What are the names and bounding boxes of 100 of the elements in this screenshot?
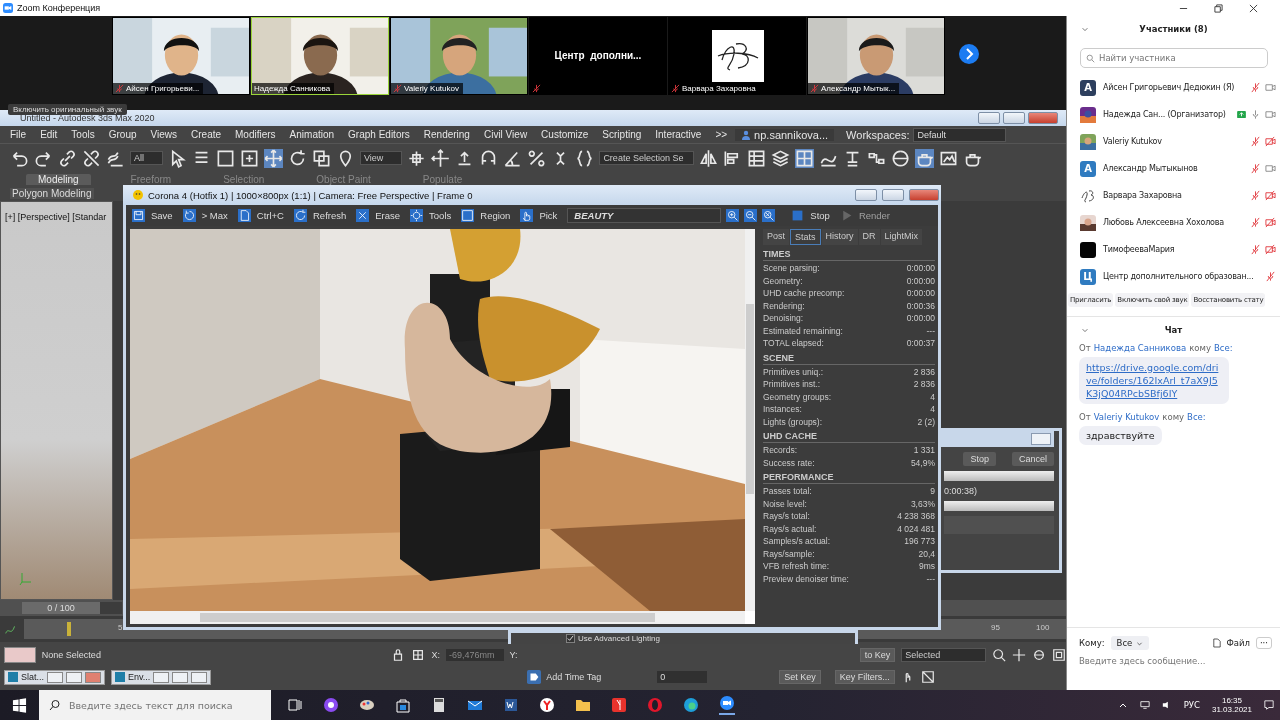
sender-name[interactable]: Valeriy Kutukov (1093, 412, 1160, 422)
language-indicator[interactable]: РУС (1183, 700, 1200, 710)
browser-icon[interactable] (611, 697, 627, 713)
pivot-icon[interactable] (407, 148, 427, 168)
panel-tab[interactable]: LightMix (880, 229, 923, 245)
restore-icon[interactable] (1214, 3, 1223, 13)
participant-row[interactable]: Ц Центр дополнительного образован... (1067, 263, 1280, 290)
menu-item[interactable]: Rendering (423, 129, 470, 140)
mic-muted-icon[interactable] (1250, 136, 1261, 147)
browser-icon[interactable] (539, 697, 555, 713)
browser-icon[interactable] (683, 697, 699, 713)
camera-icon[interactable] (1265, 163, 1276, 174)
percent-snap-icon[interactable] (527, 148, 547, 168)
viewport[interactable]: [+] [Perspective] [Standar (0, 201, 113, 600)
frame-counter[interactable]: 0 / 100 (22, 602, 100, 614)
video-tile[interactable]: Центр дополни... (529, 17, 667, 95)
add-time-tag-button[interactable]: Add Time Tag (523, 669, 606, 685)
window-crossing-icon[interactable] (240, 148, 259, 168)
camera-icon[interactable] (1265, 82, 1276, 93)
zoom-extents-icon[interactable] (1052, 648, 1066, 662)
pan-icon[interactable] (1012, 648, 1026, 662)
toolbar-button[interactable]: Erase (356, 209, 401, 222)
mic-muted-icon[interactable] (1250, 82, 1261, 93)
camera-icon[interactable] (1265, 109, 1276, 120)
sender-name[interactable]: Надежда Санникова (1093, 343, 1187, 353)
minimized-window[interactable]: Slat... (4, 669, 105, 685)
participant-row[interactable]: А Александр Мытыкынов (1067, 155, 1280, 182)
scale-icon[interactable] (312, 148, 331, 168)
camera-off-icon[interactable] (1265, 190, 1276, 201)
clock-date[interactable]: 31.03.2021 (1211, 705, 1252, 714)
more-button[interactable]: ··· (1255, 637, 1272, 649)
network-icon[interactable] (1139, 700, 1150, 710)
panel-tab[interactable]: Stats (790, 229, 821, 245)
minimized-window[interactable]: Env... (111, 669, 212, 685)
mic-muted-icon[interactable] (1265, 271, 1276, 282)
panel-tab[interactable]: History (821, 229, 858, 245)
clock-time[interactable]: 16:35 (1221, 696, 1242, 705)
menu-item[interactable]: Group (108, 129, 137, 140)
minimize-button[interactable] (978, 112, 1000, 124)
close-icon[interactable] (1249, 3, 1258, 13)
toolbar-button[interactable]: Tools (410, 209, 452, 222)
minimize-button[interactable] (855, 189, 877, 201)
rectangle-select-icon[interactable] (216, 148, 235, 168)
mirror-icon[interactable] (699, 148, 719, 168)
mic-icon[interactable] (1250, 109, 1261, 120)
camera-off-icon[interactable] (1265, 244, 1276, 255)
menu-item[interactable]: Modifiers (235, 129, 276, 140)
orbit-icon[interactable] (1032, 648, 1046, 662)
link-icon[interactable] (58, 148, 77, 168)
video-tile[interactable]: Варвара Захаровна (668, 17, 806, 95)
file-button[interactable]: Файл (1213, 638, 1250, 648)
toolbar-button[interactable]: Pick (520, 209, 558, 222)
video-tile[interactable]: Александр Мытык... (807, 17, 945, 95)
reference-coordinate-dropdown[interactable]: View (360, 151, 403, 165)
ribbon-icon[interactable] (795, 148, 815, 168)
menu-item[interactable]: Views (150, 129, 177, 140)
original-sound-button[interactable]: Включить оригинальный звук (8, 104, 127, 115)
maximize-button[interactable] (66, 671, 82, 683)
checkbox[interactable] (566, 634, 575, 643)
palette-icon[interactable] (359, 697, 375, 713)
participant-row[interactable]: Варвара Захаровна (1067, 182, 1280, 209)
document-icon[interactable] (503, 697, 519, 713)
participant-row[interactable]: ТимофееваМария (1067, 236, 1280, 263)
folder-icon[interactable] (575, 697, 591, 713)
search-icon[interactable] (992, 648, 1006, 662)
axis-icon[interactable] (431, 148, 451, 168)
maximize-viewport-icon[interactable] (920, 670, 935, 684)
key-filters-button[interactable]: Key Filters... (834, 670, 895, 684)
menu-item[interactable]: Scripting (602, 129, 642, 140)
calculator-icon[interactable] (431, 697, 447, 713)
panel-tab[interactable]: Post (763, 229, 789, 245)
auto-key-button[interactable]: to Key (859, 648, 896, 662)
user-account[interactable]: np.sannikova... (735, 128, 835, 141)
transform-icon[interactable] (411, 648, 426, 662)
close-button[interactable] (1031, 433, 1051, 445)
toolbar-button[interactable]: > Max (182, 209, 228, 222)
chat-link[interactable]: https://drive.google.com/drive/folders/162IxArl_t7aX9J5K3jQ04RPcbSBfj6IY (1079, 357, 1229, 404)
video-app-icon[interactable] (719, 695, 735, 715)
frame-field[interactable]: 0 (657, 671, 708, 683)
participant-row[interactable]: Любовь Алексеевна Хохолова (1067, 209, 1280, 236)
participant-row[interactable]: Valeriy Kutukov (1067, 128, 1280, 155)
selection-filter-dropdown[interactable]: All (130, 151, 163, 165)
mic-muted-icon[interactable] (1250, 190, 1261, 201)
toolbar-button[interactable]: Ctrl+C (237, 209, 284, 222)
viewport-label[interactable]: [+] [Perspective] [Standar (5, 212, 107, 222)
rotate-icon[interactable] (288, 148, 307, 168)
video-tile[interactable]: Айсен Григорьеви... (112, 17, 250, 95)
participant-row[interactable]: Надежда Сан... (Организатор) (1067, 101, 1280, 128)
video-tile[interactable]: Надежда Санникова (251, 17, 389, 95)
search-field[interactable]: Введите здесь текст для поиска (39, 690, 271, 720)
zoom-in-icon[interactable] (726, 209, 740, 222)
maximize-button[interactable] (882, 189, 904, 201)
ribbon-panel-label[interactable]: Polygon Modeling (10, 188, 94, 199)
participant-row[interactable]: А Айсен Григорьевич Дедюкин (Я) (1067, 74, 1280, 101)
menu-item[interactable]: Tools (71, 129, 95, 140)
menu-item[interactable]: Edit (40, 129, 58, 140)
stop-button[interactable]: Stop (791, 209, 830, 222)
selection-set-dropdown[interactable]: Create Selection Se (599, 151, 695, 165)
teapot-icon[interactable] (915, 148, 935, 168)
mic-muted-icon[interactable] (1250, 163, 1261, 174)
